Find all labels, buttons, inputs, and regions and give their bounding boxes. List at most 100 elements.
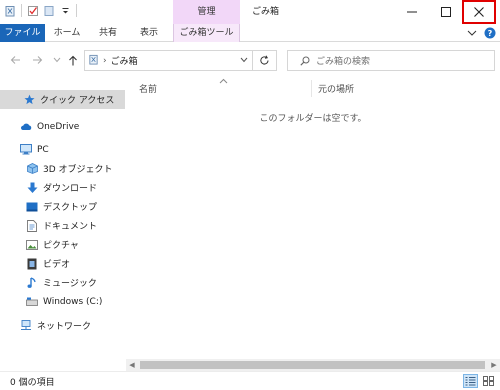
column-header-original-location[interactable]: 元の場所	[318, 82, 354, 95]
expand-ribbon-button[interactable]	[466, 27, 478, 39]
document-icon	[26, 219, 38, 232]
nav-item-3d-objects[interactable]: 3D オブジェクト	[0, 159, 125, 178]
recent-locations-button[interactable]	[50, 53, 64, 67]
toolbar-separator	[21, 4, 22, 17]
chevron-down-icon	[467, 30, 477, 36]
details-view-icon	[465, 377, 476, 386]
nav-item-label: ピクチャ	[43, 241, 79, 251]
column-header-name[interactable]: 名前	[139, 82, 157, 95]
new-item-icon[interactable]	[43, 5, 55, 17]
empty-folder-message: このフォルダーは空です。	[259, 114, 367, 124]
context-tab-header: 管理	[173, 0, 240, 24]
desktop-icon	[26, 201, 38, 213]
recycle-bin-icon[interactable]	[4, 5, 16, 17]
nav-item-music[interactable]: ミュージック	[0, 273, 125, 292]
details-view-button[interactable]	[463, 374, 478, 388]
video-icon	[26, 258, 38, 270]
nav-item-label: クイック アクセス	[40, 96, 115, 106]
nav-item-documents[interactable]: ドキュメント	[0, 216, 125, 235]
refresh-button[interactable]	[253, 50, 277, 71]
drive-icon	[26, 296, 38, 308]
help-icon: ?	[484, 27, 496, 39]
nav-item-label: デスクトップ	[43, 203, 98, 213]
nav-item-quick-access[interactable]: クイック アクセス	[0, 90, 125, 109]
chevron-down-icon	[240, 57, 248, 62]
computer-icon	[20, 144, 32, 156]
arrow-left-icon	[10, 56, 20, 64]
chevron-down-icon	[53, 57, 61, 63]
recycle-bin-icon	[88, 54, 99, 68]
refresh-icon	[260, 55, 269, 65]
nav-item-pc[interactable]: PC	[0, 140, 125, 159]
search-box[interactable]: ごみ箱の検索	[287, 50, 495, 71]
nav-item-label: OneDrive	[37, 121, 80, 132]
tab-file[interactable]: ファイル	[0, 24, 45, 42]
back-button[interactable]	[8, 53, 22, 67]
arrow-right-icon	[32, 56, 42, 64]
search-placeholder: ごみ箱の検索	[316, 57, 371, 67]
tab-view[interactable]: 表示	[138, 24, 160, 42]
nav-item-windows-c[interactable]: Windows (C:)	[0, 292, 125, 311]
navigation-pane: クイック アクセス OneDrive PC 3D オブジェクト ダウンロード デ…	[0, 80, 125, 370]
horizontal-scrollbar[interactable]: ◀ ▶	[126, 359, 500, 371]
maximize-icon	[441, 7, 451, 17]
nav-item-pictures[interactable]: ピクチャ	[0, 235, 125, 254]
nav-item-videos[interactable]: ビデオ	[0, 254, 125, 273]
network-icon	[20, 320, 32, 332]
nav-item-label: ダウンロード	[43, 184, 98, 194]
file-list-pane[interactable]: 名前 元の場所 このフォルダーは空です。	[126, 77, 500, 360]
close-button[interactable]	[462, 0, 496, 24]
nav-item-label: ミュージック	[43, 279, 97, 289]
address-dropdown-button[interactable]	[240, 56, 248, 66]
tab-home[interactable]: ホーム	[53, 24, 81, 42]
customize-toolbar-dropdown-icon[interactable]	[59, 5, 71, 17]
svg-text:?: ?	[488, 29, 493, 38]
music-note-icon	[26, 276, 38, 289]
star-icon	[23, 94, 35, 106]
quick-access-toolbar	[4, 4, 78, 17]
nav-item-label: 3D オブジェクト	[43, 165, 113, 175]
scrollbar-thumb[interactable]	[140, 361, 485, 369]
nav-item-onedrive[interactable]: OneDrive	[0, 117, 125, 136]
arrow-up-icon	[69, 55, 77, 65]
breadcrumb-separator[interactable]: ›	[103, 56, 107, 66]
window-title: ごみ箱	[252, 7, 280, 17]
nav-item-label: Windows (C:)	[43, 296, 103, 307]
breadcrumb-current[interactable]: ごみ箱	[111, 54, 138, 67]
properties-check-icon[interactable]	[27, 5, 39, 17]
item-count: 0 個の項目	[10, 378, 55, 388]
close-icon	[474, 7, 484, 17]
cube-icon	[26, 163, 38, 175]
nav-item-label: ネットワーク	[37, 322, 92, 332]
scroll-right-button[interactable]: ▶	[488, 359, 500, 371]
nav-item-label: PC	[37, 144, 49, 155]
maximize-button[interactable]	[429, 0, 463, 24]
tab-share[interactable]: 共有	[97, 24, 119, 42]
address-row: › ごみ箱 ごみ箱の検索	[0, 47, 500, 73]
ribbon-tab-bar: ファイル ホーム 共有 表示 ごみ箱ツール ?	[0, 24, 500, 42]
forward-button[interactable]	[30, 53, 44, 67]
large-icons-view-button[interactable]	[481, 374, 496, 388]
nav-item-network[interactable]: ネットワーク	[0, 316, 125, 335]
status-bar: 0 個の項目	[0, 371, 500, 390]
nav-item-label: ドキュメント	[43, 222, 98, 232]
cloud-icon	[20, 121, 32, 133]
tab-recycle-bin-tools[interactable]: ごみ箱ツール	[173, 24, 240, 42]
minimize-button[interactable]	[395, 0, 429, 24]
help-button[interactable]: ?	[484, 27, 496, 39]
scroll-left-button[interactable]: ◀	[126, 359, 138, 371]
large-icons-view-icon	[483, 376, 494, 386]
minimize-icon	[407, 11, 417, 13]
nav-item-label: ビデオ	[43, 260, 71, 270]
toolbar-separator	[76, 4, 77, 17]
title-bar: 管理 ごみ箱	[0, 0, 500, 24]
search-icon	[300, 56, 310, 66]
download-arrow-icon	[26, 182, 38, 194]
column-divider[interactable]	[311, 80, 312, 97]
up-button[interactable]	[66, 53, 80, 67]
nav-item-downloads[interactable]: ダウンロード	[0, 178, 125, 197]
address-bar[interactable]: › ごみ箱	[84, 50, 253, 71]
picture-icon	[26, 239, 38, 251]
nav-item-desktop[interactable]: デスクトップ	[0, 197, 125, 216]
sort-indicator-icon	[219, 77, 228, 87]
